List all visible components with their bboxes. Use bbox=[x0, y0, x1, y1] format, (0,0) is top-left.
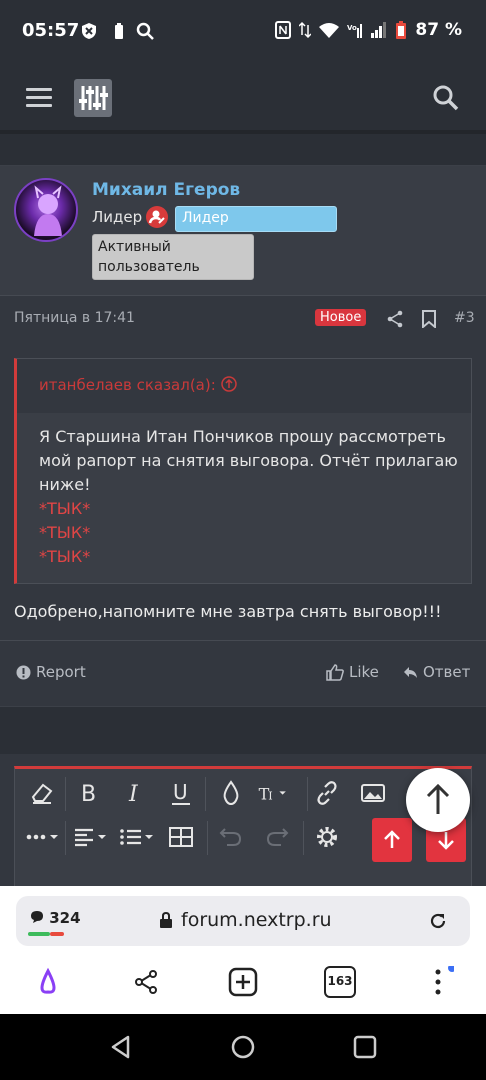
forum-header bbox=[0, 64, 486, 134]
redo-icon[interactable] bbox=[261, 821, 293, 853]
back-icon[interactable] bbox=[108, 1034, 134, 1060]
battery-percent: 87 % bbox=[415, 20, 462, 40]
url-text[interactable]: forum.nextrp.ru bbox=[181, 909, 332, 931]
quote-link[interactable]: *ТЫК* bbox=[39, 497, 459, 521]
data-arrows-icon bbox=[299, 21, 312, 39]
svg-text:I: I bbox=[128, 782, 139, 807]
nfc-icon bbox=[275, 21, 292, 39]
post-number[interactable]: #3 bbox=[454, 310, 475, 326]
signal-icon bbox=[371, 22, 387, 38]
rating-bar-negative bbox=[50, 932, 64, 936]
search-status-icon bbox=[136, 22, 154, 40]
report-icon bbox=[16, 665, 31, 679]
share-icon[interactable] bbox=[130, 966, 162, 998]
go-to-quote-icon[interactable] bbox=[220, 376, 237, 392]
quote-author[interactable]: итанбелаев сказал(а): bbox=[39, 376, 237, 394]
status-right: Vo 87 % bbox=[275, 20, 462, 40]
image-icon[interactable] bbox=[357, 777, 389, 809]
reply-button[interactable]: Ответ bbox=[403, 663, 470, 681]
quote-link[interactable]: *ТЫК* bbox=[39, 545, 459, 569]
svg-text:B: B bbox=[81, 782, 96, 807]
chat-bubble-icon bbox=[31, 911, 43, 923]
role-badge: Лидер bbox=[175, 206, 337, 232]
recents-icon[interactable] bbox=[352, 1034, 378, 1060]
thumbs-up-icon bbox=[326, 663, 344, 681]
report-label: Report bbox=[36, 663, 86, 681]
post-actions: Report Like Ответ bbox=[0, 641, 486, 703]
reload-icon[interactable] bbox=[428, 911, 448, 931]
status-bar: 05:57 Vo 87 % bbox=[0, 0, 486, 64]
battery-icon bbox=[396, 21, 407, 39]
scroll-top-button[interactable] bbox=[406, 768, 470, 832]
username[interactable]: Михаил Егеров bbox=[92, 180, 240, 200]
post-meta: Пятница в 17:41 Новое #3 bbox=[0, 296, 486, 340]
undo-icon[interactable] bbox=[215, 821, 247, 853]
alice-assistant-icon[interactable] bbox=[32, 966, 64, 998]
list-icon[interactable] bbox=[117, 821, 157, 853]
avatar-figure-icon bbox=[34, 185, 62, 236]
forum-logo[interactable] bbox=[74, 79, 112, 117]
text-color-icon[interactable] bbox=[215, 777, 247, 809]
shield-icon bbox=[82, 23, 96, 39]
quote-message: Я Старшина Итан Пончиков прошу рассмотре… bbox=[39, 427, 458, 494]
post-author-block: Михаил Егеров Лидер Лидер Активный польз… bbox=[0, 166, 486, 296]
forum-post: Михаил Егеров Лидер Лидер Активный польз… bbox=[0, 166, 486, 706]
signal-volte-icon: Vo bbox=[347, 24, 363, 38]
table-icon[interactable] bbox=[165, 821, 197, 853]
svg-text:I: I bbox=[268, 789, 272, 802]
more-options-icon[interactable] bbox=[23, 821, 63, 853]
like-label: Like bbox=[349, 663, 379, 681]
system-navigation-bar bbox=[0, 1014, 486, 1080]
new-tab-icon[interactable] bbox=[227, 966, 259, 998]
svg-text:U: U bbox=[173, 780, 188, 804]
home-icon[interactable] bbox=[230, 1034, 256, 1060]
post-date[interactable]: Пятница в 17:41 bbox=[14, 310, 135, 326]
more-menu-icon[interactable] bbox=[422, 966, 454, 998]
tabs-button[interactable]: 163 bbox=[324, 966, 356, 998]
font-size-icon[interactable]: TI bbox=[257, 777, 289, 809]
wifi-icon bbox=[319, 23, 340, 38]
quote-link[interactable]: *ТЫК* bbox=[39, 521, 459, 545]
arrow-up-icon bbox=[426, 783, 450, 814]
comments-counter[interactable]: 324 bbox=[30, 909, 81, 927]
italic-icon[interactable]: I bbox=[119, 777, 151, 809]
search-icon[interactable] bbox=[432, 84, 460, 112]
post-message: Одобрено,напомните мне завтра снять выго… bbox=[14, 602, 442, 621]
equalizer-logo-icon bbox=[79, 86, 108, 110]
link-icon[interactable] bbox=[311, 777, 343, 809]
browser-bar: 324 forum.nextrp.ru 163 bbox=[0, 886, 486, 1014]
status-time: 05:57 bbox=[22, 20, 80, 41]
user-role-title: Лидер bbox=[92, 208, 143, 226]
quote-block: итанбелаев сказал(а): Я Старшина Итан По… bbox=[14, 358, 472, 584]
bookmark-icon[interactable] bbox=[421, 310, 437, 328]
activity-badge: Активный пользователь bbox=[92, 234, 254, 280]
gear-icon[interactable] bbox=[311, 821, 343, 853]
leader-role-icon bbox=[146, 206, 168, 228]
underline-icon[interactable]: U bbox=[165, 777, 197, 809]
report-button[interactable]: Report bbox=[16, 663, 86, 681]
quote-text: Я Старшина Итан Пончиков прошу рассмотре… bbox=[39, 425, 459, 569]
quote-header[interactable]: итанбелаев сказал(а): bbox=[17, 359, 471, 413]
comments-count: 324 bbox=[49, 909, 81, 927]
rating-bar-positive bbox=[28, 932, 50, 936]
menu-icon[interactable] bbox=[26, 88, 52, 108]
new-badge: Новое bbox=[315, 309, 367, 326]
clear-format-icon[interactable] bbox=[25, 777, 57, 809]
svg-text:Vo: Vo bbox=[347, 24, 357, 32]
bold-icon[interactable]: B bbox=[73, 777, 105, 809]
section-gap bbox=[0, 138, 486, 166]
lock-icon bbox=[160, 912, 172, 928]
avatar[interactable] bbox=[14, 178, 78, 242]
section-gap bbox=[0, 706, 486, 754]
address-bar[interactable]: 324 forum.nextrp.ru bbox=[16, 896, 470, 946]
battery-saver-icon bbox=[115, 23, 123, 39]
reply-label: Ответ bbox=[423, 663, 471, 681]
share-icon[interactable] bbox=[386, 310, 404, 328]
align-icon[interactable] bbox=[71, 821, 111, 853]
like-button[interactable]: Like bbox=[326, 663, 379, 681]
reply-arrow-icon bbox=[404, 666, 417, 678]
